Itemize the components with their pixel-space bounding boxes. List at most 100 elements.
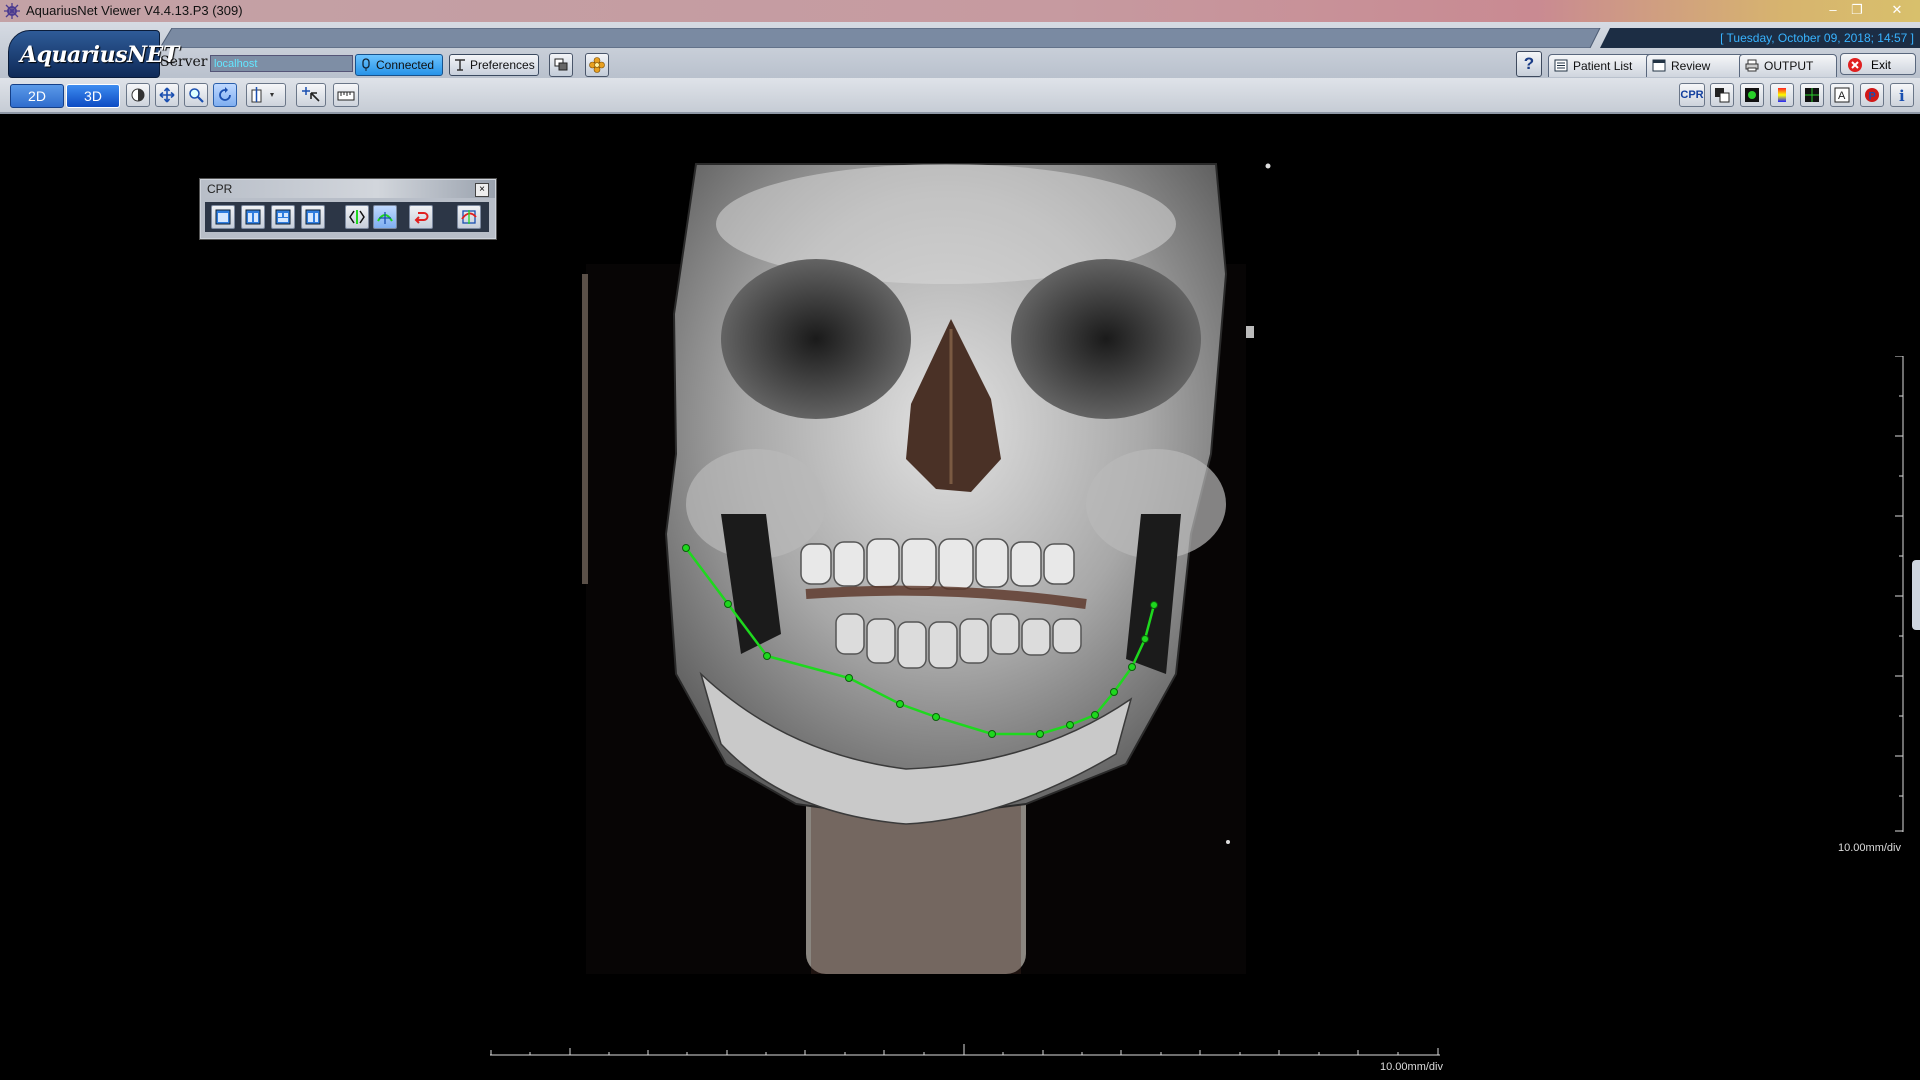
annotation-icon: A [1834,87,1850,103]
exit-button[interactable]: Exit [1840,53,1916,75]
help-button[interactable]: ? [1516,51,1542,77]
edit-curve-icon [377,212,393,224]
cpr-toolbar [205,202,489,232]
plugin-button[interactable] [585,53,609,77]
cpr-close-button[interactable]: × [475,183,489,197]
undo-curve-icon [414,212,429,224]
zoom-button[interactable] [184,83,208,107]
tab-label: OUTPUT [1764,59,1814,73]
cpr-settings-button[interactable] [457,205,481,229]
mode-3d-button[interactable]: 3D [66,84,120,108]
review-window-icon [1652,59,1666,72]
side-plate [582,274,588,584]
window-title: AquariusNet Viewer V4.4.13.P3 (309) [26,3,243,18]
connected-label: Connected [376,58,435,72]
preferences-button[interactable]: Preferences [449,54,539,76]
curve-control-point [1091,711,1099,719]
curve-control-point [932,713,940,721]
curve-control-point [896,700,904,708]
left-orbit [721,259,911,419]
server-label: Server [160,54,208,70]
svg-text:i: i [1899,87,1905,103]
right-orbit [1011,259,1201,419]
curve-settings-icon [461,210,477,224]
p-button[interactable]: P [1860,83,1884,107]
volume-rendering[interactable] [6,114,1920,1080]
vr-button[interactable] [1740,83,1764,107]
cut-plane-button[interactable] [246,83,286,107]
minimize-icon[interactable]: – [1822,2,1844,18]
flower-icon [589,57,605,73]
preferences-label: Preferences [470,58,535,72]
cpr-flip-button[interactable] [345,205,369,229]
curve-control-point [1150,601,1158,609]
cpr-panel[interactable]: CPR × [200,179,496,239]
side-panel-handle[interactable] [1912,560,1920,630]
curve-control-point [1110,688,1118,696]
p-icon: P [1865,88,1879,103]
color-lut-icon [1778,88,1786,102]
curve-control-point [1036,730,1044,738]
cpr-edit-curve-button[interactable] [373,205,397,229]
pan-icon [159,87,175,103]
title-bar: AquariusNet Viewer V4.4.13.P3 (309) – ❐ … [0,0,1920,23]
ruler-button[interactable] [333,83,359,107]
info-button[interactable]: i [1890,83,1914,107]
tab-label: Review [1671,59,1711,73]
tab-label: Patient List [1573,59,1633,73]
cpr-layout-1-button[interactable] [211,205,235,229]
pointer-icon [302,87,320,102]
tab-patient-list[interactable]: Patient List [1548,54,1658,77]
printer-icon [1745,59,1759,72]
color-lut-button[interactable] [1770,83,1794,107]
layout-4-icon [305,209,321,225]
exit-label: Exit [1871,58,1892,72]
annotation-button[interactable]: A [1830,83,1854,107]
layout-2-icon [245,209,261,225]
rotate-icon [219,87,231,101]
cpr-layout-4-button[interactable] [301,205,325,229]
toolbar [0,78,1920,114]
tab-output[interactable]: OUTPUT [1739,54,1837,77]
server-input[interactable] [210,55,353,72]
curve-control-point [1141,635,1149,643]
curve-control-point [845,674,853,682]
mode-2d-button[interactable]: 2D [10,84,64,108]
curve-control-point [682,544,690,552]
cpr-button[interactable]: CPR [1679,83,1705,107]
info-icon: i [1899,87,1905,103]
cpr-layout-3-button[interactable] [271,205,295,229]
cut-plane-icon [251,87,274,103]
ruler-icon [337,91,355,101]
horizontal-scale-label: 10.00mm/div [1380,1061,1443,1073]
layout-1-icon [215,209,231,225]
curve-control-point [763,652,771,660]
vertical-scale-label: 10.00mm/div [1838,842,1901,854]
restore-icon[interactable]: ❐ [1846,2,1868,18]
curve-control-point [724,600,732,608]
cpr-undo-button[interactable] [409,205,433,229]
svg-text:A: A [1838,90,1846,102]
layout-button[interactable] [1710,83,1734,107]
pan-button[interactable] [155,83,179,107]
pointer-button[interactable] [296,83,326,107]
rotate-button[interactable] [213,83,237,107]
date-time: [ Tuesday, October 09, 2018; 14:57 ] [1720,31,1914,45]
curve-control-point [988,730,996,738]
curve-control-point [1128,663,1136,671]
window-level-button[interactable] [126,83,150,107]
layout-icon [1715,88,1730,103]
connection-icon [362,58,370,71]
3d-viewport[interactable] [6,114,1920,1080]
cpr-layout-2-button[interactable] [241,205,265,229]
close-icon[interactable]: ✕ [1886,2,1908,18]
app-icon [4,3,20,19]
cpr-panel-title-bar[interactable] [201,180,495,198]
windows-button[interactable] [549,53,573,77]
grid-button[interactable] [1800,83,1824,107]
connected-button[interactable]: Connected [355,54,443,76]
flip-curve-icon [349,210,365,224]
curve-control-point [1066,721,1074,729]
app-logo: AquariusNET [20,42,179,68]
tab-review[interactable]: Review [1646,54,1744,77]
